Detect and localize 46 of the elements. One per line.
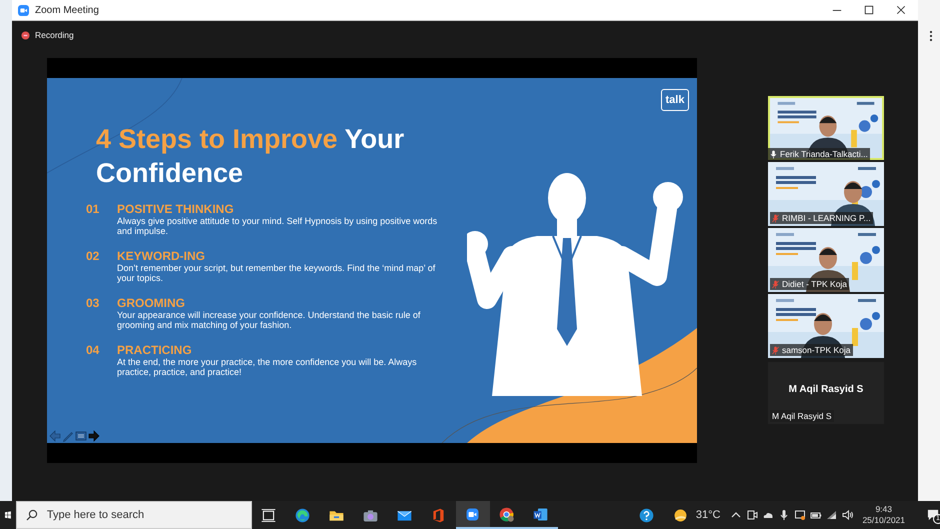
close-button[interactable] xyxy=(896,5,906,15)
step-description: Always give positive attitude to your mind. Self Hypnosis by using positive words and impulse. xyxy=(117,216,438,236)
participant-display-name: M Aqil Rasyid S xyxy=(788,384,864,394)
step-heading: KEYWORD-ING xyxy=(117,249,206,263)
microphone-icon[interactable] xyxy=(778,509,790,521)
participant-name: M Aqil Rasyid S xyxy=(772,411,832,421)
step-heading: GROOMING xyxy=(117,296,186,310)
help-icon[interactable] xyxy=(638,506,655,524)
participant-name: Didiet - TPK Koja xyxy=(782,279,848,289)
step-number: 02 xyxy=(86,249,100,265)
participant-name: samson-TPK Koja xyxy=(782,345,850,355)
edge-browser-icon xyxy=(294,506,312,524)
step-description: Your appearance will increase your confidence. Understand the basic rule of grooming and mix matching of your fashion. xyxy=(117,310,422,330)
clock[interactable]: 9:43 25/10/2021 xyxy=(862,504,905,526)
recording-icon xyxy=(21,30,30,40)
zoom-logo-icon xyxy=(18,4,29,16)
maximize-button[interactable] xyxy=(864,5,874,15)
participant-name: Ferik Trianda-Talkacti... xyxy=(780,149,868,159)
screen-share-icon[interactable] xyxy=(794,509,806,521)
step-number: 04 xyxy=(86,343,100,359)
logo-badge: talk xyxy=(661,89,689,111)
step-description: Don’t remember your script, but remember the keywords. Find the ‘mind map’ of your topics. xyxy=(117,263,436,283)
participant-name: RIMBI - LEARNING P... xyxy=(782,213,871,223)
step-number: 03 xyxy=(86,296,100,312)
word-icon xyxy=(532,506,550,522)
step-heading: PRACTICING xyxy=(117,343,193,357)
speaker-icon[interactable] xyxy=(842,509,854,521)
zoom-app-icon xyxy=(464,506,482,522)
task-view-icon xyxy=(260,506,278,524)
meet-now-icon[interactable] xyxy=(746,509,758,521)
search-field[interactable]: Type here to search xyxy=(16,501,252,529)
search-icon xyxy=(26,509,38,521)
menu-box-icon[interactable] xyxy=(75,430,87,442)
more-icon[interactable] xyxy=(929,30,933,42)
window-title: Zoom Meeting xyxy=(35,4,99,16)
slide-title: 4 Steps to Improve Your Confidence xyxy=(96,123,406,190)
step-heading: POSITIVE THINKING xyxy=(117,202,235,216)
chrome-browser-icon xyxy=(498,506,516,522)
step-description: At the end, the more your practice, the more confidence you will be. Always practice, practice, and practice! xyxy=(117,357,418,377)
forward-arrow-icon[interactable] xyxy=(88,430,100,442)
recording-label: Recording xyxy=(35,30,74,40)
weather-sun-icon[interactable] xyxy=(672,506,689,524)
wifi-icon[interactable] xyxy=(826,509,838,521)
step-number: 01 xyxy=(86,202,100,218)
taskbar-app-button[interactable] xyxy=(456,501,490,529)
temperature-label[interactable]: 31°C xyxy=(696,509,720,521)
